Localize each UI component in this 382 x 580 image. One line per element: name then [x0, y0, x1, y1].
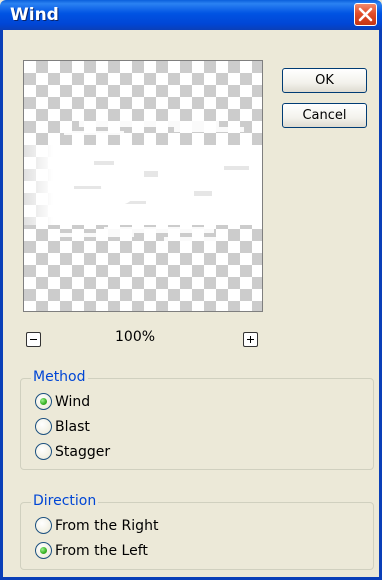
- cancel-button[interactable]: Cancel: [282, 103, 367, 128]
- zoom-out-button[interactable]: [26, 332, 41, 347]
- wind-effect-streaks: [54, 121, 249, 241]
- method-radio-label: Wind: [55, 394, 91, 410]
- radio-selected-icon: [35, 542, 52, 559]
- radio-empty-icon: [35, 443, 52, 460]
- zoom-in-button[interactable]: [243, 332, 258, 347]
- method-radio-label: Blast: [55, 419, 90, 435]
- radio-empty-icon: [35, 418, 52, 435]
- method-group-label: Method: [31, 369, 88, 385]
- close-icon: [358, 7, 373, 22]
- window-title: Wind: [10, 5, 59, 25]
- direction-group-label: Direction: [31, 493, 99, 509]
- direction-radio-label: From the Left: [55, 543, 148, 559]
- close-button[interactable]: [354, 3, 377, 26]
- zoom-level: 100%: [115, 329, 156, 345]
- method-radio-label: Stagger: [55, 444, 111, 460]
- direction-group: Direction From the Right From the Left: [20, 493, 374, 570]
- title-bar[interactable]: Wind: [0, 0, 382, 30]
- ok-button[interactable]: OK: [282, 68, 367, 93]
- radio-empty-icon: [35, 517, 52, 534]
- radio-selected-icon: [35, 393, 52, 410]
- preview-canvas[interactable]: [23, 60, 263, 312]
- direction-radio-label: From the Right: [55, 518, 159, 534]
- method-group: Method Wind Blast Stagger: [20, 369, 374, 470]
